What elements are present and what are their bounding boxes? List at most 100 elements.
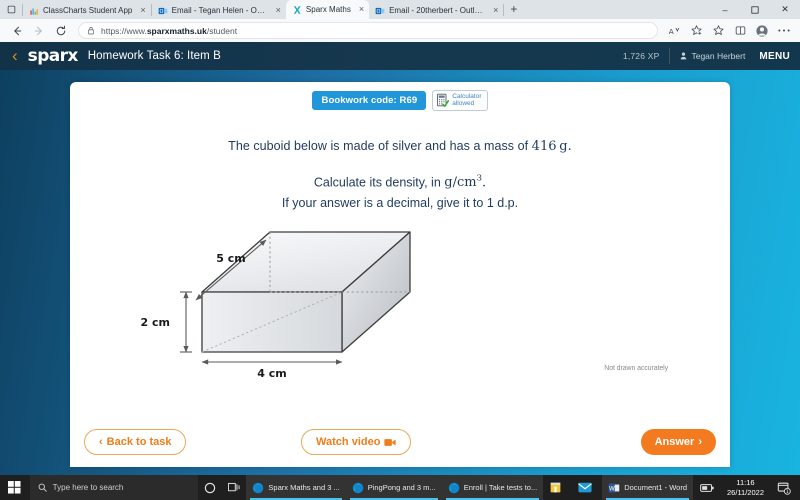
- back-icon[interactable]: [6, 20, 28, 42]
- svg-text:O: O: [377, 8, 381, 14]
- tab-close-icon[interactable]: ×: [489, 6, 498, 15]
- tab-title: Email - Tegan Helen - Outlook: [171, 6, 268, 15]
- question-card: Bookwork code: R69 Calculator allowed Th…: [70, 82, 730, 467]
- battery-icon[interactable]: [693, 475, 721, 500]
- calculator-allowed-badge: Calculator allowed: [432, 90, 488, 111]
- clock-date: 26/11/2022: [727, 487, 764, 497]
- xp-counter: 1,726 XP: [622, 51, 660, 61]
- sparx-logo: sparx: [27, 46, 79, 66]
- question-line-2: Calculate its density, in g/cm3.: [70, 174, 730, 190]
- minimize-button[interactable]: –: [710, 0, 740, 19]
- notification-count: 1: [786, 488, 789, 494]
- windows-taskbar: Type here to search Sparx Maths and 3 ..…: [0, 475, 800, 500]
- favorites-icon[interactable]: [686, 21, 706, 41]
- question-text: The cuboid below is made of silver and h…: [70, 139, 730, 210]
- edge-icon: [352, 482, 363, 493]
- clock-time: 11:16: [736, 478, 755, 488]
- windows-start-icon[interactable]: [0, 475, 30, 500]
- browser-tab-sparx-maths[interactable]: Sparx Maths ×: [285, 0, 370, 19]
- mass-value: 416: [531, 138, 557, 154]
- cuboid-diagram: 5 cm 2 cm 4 cm: [141, 231, 411, 380]
- tab-close-icon[interactable]: ×: [355, 5, 364, 14]
- divider: [669, 48, 671, 64]
- reload-icon[interactable]: [50, 20, 72, 42]
- video-camera-icon: [384, 438, 397, 446]
- classcharts-icon: [30, 8, 38, 15]
- watch-video-button[interactable]: Watch video: [301, 429, 412, 455]
- question-line-3: If your answer is a decimal, give it to …: [281, 196, 519, 211]
- width-label: 4 cm: [257, 367, 286, 380]
- tab-search-icon[interactable]: [0, 0, 22, 19]
- person-icon: [681, 52, 687, 60]
- close-button[interactable]: ✕: [770, 0, 800, 19]
- taskbar-item-store[interactable]: [543, 475, 572, 500]
- tab-title: ClassCharts Student App: [43, 6, 133, 15]
- taskbar-item-label: Enroll | Take tests to...: [463, 483, 538, 492]
- edge-icon: [448, 482, 459, 493]
- outlook-icon: O: [375, 7, 385, 14]
- bookwork-code-badge: Bookwork code: R69: [312, 90, 427, 110]
- browser-tab-outlook-20therbert[interactable]: O Email - 20therbert - Outlook ×: [369, 2, 503, 19]
- taskbar-item-pingpong[interactable]: PingPong and 3 m...: [345, 475, 442, 500]
- address-bar[interactable]: https://www.sparxmaths.uk/student: [78, 22, 658, 39]
- sparx-icon: [293, 5, 301, 14]
- cuboid-figure: 5 cm 2 cm 4 cm Not drawn accurately: [70, 220, 730, 380]
- calculator-line-1: Calculator: [452, 93, 482, 100]
- taskbar-item-sparx[interactable]: Sparx Maths and 3 ...: [246, 475, 346, 500]
- notification-icon[interactable]: 1: [770, 475, 798, 500]
- taskbar-item-mail[interactable]: [572, 475, 602, 500]
- search-icon: [38, 483, 47, 492]
- cortana-circle-icon[interactable]: [198, 475, 222, 500]
- page-title: Homework Task 6: Item B: [87, 50, 221, 62]
- header-back-chevron-icon[interactable]: ‹: [8, 47, 28, 66]
- density-units: g/cm3: [444, 173, 482, 191]
- profile-icon[interactable]: [752, 21, 772, 41]
- header-right-group: 1,726 XP Tegan Herbert MENU: [623, 42, 790, 70]
- watch-video-label: Watch video: [316, 436, 381, 448]
- page-viewport: ‹ sparx Homework Task 6: Item B 1,726 XP…: [0, 42, 800, 475]
- edge-icon: [253, 482, 264, 493]
- clock[interactable]: 11:16 26/11/2022: [721, 478, 770, 497]
- user-account[interactable]: Tegan Herbert: [680, 51, 745, 61]
- svg-text:W: W: [609, 485, 615, 492]
- mass-unit: g.: [559, 138, 572, 154]
- read-aloud-icon[interactable]: A: [664, 21, 684, 41]
- tab-close-icon[interactable]: ×: [272, 6, 281, 15]
- browser-tab-outlook-tegan[interactable]: O Email - Tegan Helen - Outlook ×: [152, 2, 286, 19]
- height-label: 2 cm: [141, 316, 170, 329]
- svg-text:O: O: [159, 8, 163, 14]
- new-tab-button[interactable]: +: [504, 3, 523, 17]
- collections-icon[interactable]: [708, 21, 728, 41]
- word-icon: W: [608, 483, 620, 492]
- svg-text:A: A: [668, 26, 673, 35]
- task-view-icon[interactable]: [222, 475, 246, 500]
- screen: ClassCharts Student App × O Email - Tega…: [0, 0, 800, 500]
- calculator-line-2: allowed: [452, 100, 475, 108]
- depth-label: 5 cm: [216, 252, 245, 265]
- menu-button[interactable]: MENU: [759, 51, 790, 62]
- taskbar-item-word[interactable]: W Document1 - Word: [602, 475, 694, 500]
- browser-toolbar-icons: A: [664, 21, 794, 41]
- taskbar-item-label: Sparx Maths and 3 ...: [268, 483, 340, 492]
- forward-icon[interactable]: [28, 20, 50, 42]
- window-controls: – ✕: [710, 0, 800, 19]
- answer-label: Answer: [654, 436, 695, 448]
- search-placeholder: Type here to search: [52, 483, 124, 492]
- browser-tab-classcharts[interactable]: ClassCharts Student App ×: [23, 2, 151, 19]
- not-drawn-accurately-note: Not drawn accurately: [604, 365, 668, 373]
- calculator-badge-text: Calculator allowed: [452, 93, 481, 108]
- taskbar-item-enroll[interactable]: Enroll | Take tests to...: [441, 475, 544, 500]
- question-line-1-prefix: The cuboid below is made of silver and h…: [228, 138, 532, 153]
- tab-close-icon[interactable]: ×: [136, 6, 145, 15]
- back-to-task-button[interactable]: ‹ Back to task: [84, 429, 187, 455]
- maximize-button[interactable]: [740, 0, 770, 19]
- split-screen-icon[interactable]: [730, 21, 750, 41]
- store-icon: [550, 482, 561, 493]
- answer-button[interactable]: Answer ›: [640, 429, 716, 455]
- search-input[interactable]: Type here to search: [29, 475, 198, 500]
- calculator-icon: [437, 94, 450, 108]
- back-chevron-icon: ‹: [99, 436, 103, 448]
- badge-row: Bookwork code: R69 Calculator allowed: [70, 82, 730, 111]
- settings-more-icon[interactable]: [774, 21, 794, 41]
- browser-tab-strip: ClassCharts Student App × O Email - Tega…: [0, 0, 800, 19]
